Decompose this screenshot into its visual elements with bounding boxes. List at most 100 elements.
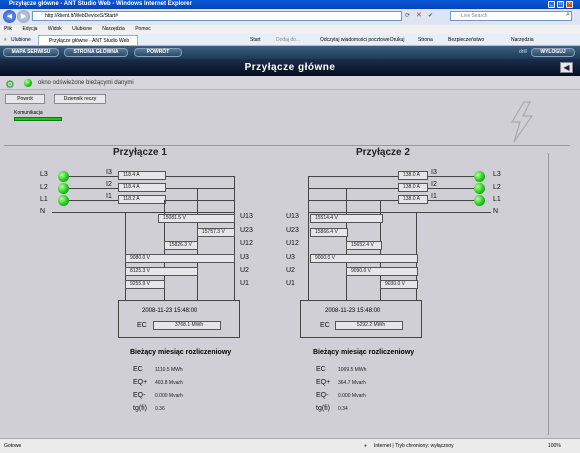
panel-2-summary-tg-value: 0.34 — [338, 406, 348, 412]
comm-label: Komunikacja — [14, 110, 43, 116]
address-input[interactable]: http://klient.lt/WebDeviceS/Start# — [32, 11, 402, 21]
panel-1-meter-datetime: 2008-11-23 15:48:00 — [142, 308, 198, 314]
panel-1-phase-n: N — [40, 208, 46, 215]
panel-2-phase-l2: L2 — [493, 184, 501, 191]
panel-2-bus-n — [308, 212, 491, 213]
panel-2-led-l3-icon — [474, 171, 485, 182]
panel-2-u23-label: U23 — [286, 227, 299, 234]
panel-2-bus-l3 — [308, 176, 474, 177]
menu-item-favorites[interactable]: Ulubione — [72, 26, 92, 32]
panel-2-summary-title: Bieżący miesiąc rozliczeniowy — [313, 349, 415, 356]
panel-2-u12-value: 15652.4 V — [346, 241, 382, 250]
panel-2-i2-label: I2 — [431, 181, 437, 188]
panel-1-led-l3-icon — [58, 171, 69, 182]
panel-1-summary-tg-value: 0.36 — [155, 406, 165, 412]
lightning-icon — [510, 101, 534, 143]
menu-item-tools[interactable]: Narzędzia — [102, 26, 125, 32]
secure-icon: ✔ — [428, 13, 434, 19]
panel-1-u1-label: U1 — [240, 280, 249, 287]
panel-1-i1-value: 118.2 A — [118, 195, 166, 204]
panel-2-summary-ec-value: 1069.5 MWh — [338, 367, 367, 373]
panel-2-summary-eqm-label: EQ- — [316, 392, 329, 399]
window-title: Przyłącze główne - ANT Studio Web - Wind… — [9, 1, 192, 7]
site-map-button[interactable]: MAPA SERWISU — [3, 48, 59, 57]
speaker-icon[interactable]: ◀ — [560, 62, 573, 73]
toolbar-page[interactable]: Strona — [418, 34, 433, 46]
panel-2-u1-label: U1 — [286, 280, 295, 287]
divider — [4, 145, 570, 146]
toolbar-start[interactable]: Start — [250, 34, 261, 46]
panel-1-u23-label: U23 — [240, 227, 253, 234]
panel-1-i2-label: I2 — [106, 181, 112, 188]
panel-1-u3-label: U3 — [240, 254, 249, 261]
status-led-icon — [24, 79, 32, 87]
back-nav-button[interactable]: POWRÓT — [134, 48, 182, 57]
search-input[interactable]: Live Search — [450, 11, 572, 21]
panel-1-summary-eqm-label: EQ- — [133, 392, 146, 399]
panel-2-u3-label: U3 — [286, 254, 295, 261]
security-zone[interactable]: Internet | Tryb chroniony: wyłączony — [374, 439, 454, 453]
panel-1-u2-label: U2 — [240, 267, 249, 274]
panel-2-i2-value: 138.0 A — [398, 183, 428, 192]
stop-icon[interactable]: ✕ — [416, 11, 422, 19]
menu-item-help[interactable]: Pomoc — [135, 26, 151, 32]
menu-item-file[interactable]: Plik — [4, 26, 12, 32]
username: drill — [519, 49, 527, 55]
panel-1-summary-eqp-value: 403.8 Mvarh — [155, 380, 183, 386]
page-title: Przyłącze główne — [0, 59, 580, 76]
minimize-icon[interactable]: _ — [548, 1, 555, 8]
panel-1-ec-label: EC — [137, 322, 147, 329]
panel-1-i2-value: 118.4 A — [118, 183, 166, 192]
panel-1-led-l2-icon — [58, 183, 69, 194]
panel-2-title: Przyłącze 2 — [356, 147, 410, 158]
back-arrow-icon[interactable]: ◀ — [3, 10, 16, 23]
panel-1-bus-n — [52, 212, 235, 213]
forward-arrow-icon[interactable]: ▶ — [17, 10, 30, 23]
panel-1-u3-value: 9080.0 V — [125, 254, 235, 263]
panel-2-bus-l1 — [308, 200, 474, 201]
toolbar-security[interactable]: Bezpieczeństwo — [448, 34, 484, 46]
panel-2-phase-l1: L1 — [493, 196, 501, 203]
panel-2-u23-value: 15866.4 V — [310, 228, 348, 237]
panel-1-u12-label: U12 — [240, 240, 253, 247]
panel-1-summary-title: Bieżący miesiąc rozliczeniowy — [130, 349, 232, 356]
menu-item-edit[interactable]: Edycja — [22, 26, 37, 32]
panel-1-phase-l3: L3 — [40, 171, 48, 178]
panel-2-phase-n: N — [493, 208, 499, 215]
refresh-icon[interactable]: ⟳ — [405, 12, 410, 19]
window-title-bar: Przyłącze główne - ANT Studio Web - Wind… — [0, 0, 580, 9]
toolbar-print[interactable]: Drukuj — [390, 34, 404, 46]
maximize-icon[interactable]: □ — [557, 1, 564, 8]
star-icon[interactable]: ★ — [3, 34, 7, 46]
menu-bar: Plik Edycja Widok Ulubione Narzędzia Pom… — [0, 25, 580, 34]
panel-2-meter-datetime: 2008-11-23 15:48:00 — [325, 308, 381, 314]
zoom-level[interactable]: 100% — [548, 439, 561, 453]
favorites-label[interactable]: Ulubione — [11, 34, 31, 46]
panel-1-u13-label: U13 — [240, 213, 253, 220]
menu-item-view[interactable]: Widok — [48, 26, 62, 32]
panel-1-i1-label: I1 — [106, 193, 112, 200]
panel-1-i3-value: 118.4 A — [118, 171, 166, 180]
panel-1-vline — [234, 176, 235, 300]
panel-1-title: Przyłącze 1 — [113, 147, 167, 158]
panel-2-summary-ec-label: EC — [316, 366, 326, 373]
panel-1-u1-value: 9255.9 V — [125, 280, 165, 289]
panel-2-ec-label: EC — [320, 322, 330, 329]
home-button[interactable]: STRONA GŁÓWNA — [64, 48, 128, 57]
panel-2-u12-label: U12 — [286, 240, 299, 247]
panel-2-meter — [300, 300, 422, 338]
logout-button[interactable]: WYLOGUJ — [531, 48, 575, 57]
comm-indicator — [14, 117, 62, 121]
toolbar-mail[interactable]: Odczytaj wiadomości pocztowe — [320, 34, 389, 46]
main-panel — [0, 90, 580, 438]
search-icon[interactable]: ⌕ — [566, 11, 570, 19]
back-button[interactable]: Powrót — [5, 94, 45, 104]
panel-2-i3-value: 138.0 A — [398, 171, 428, 180]
close-icon[interactable]: × — [566, 1, 573, 8]
history-button[interactable]: Dziennik reczy — [54, 94, 106, 104]
panel-2-u13-label: U13 — [286, 213, 299, 220]
browser-tab[interactable]: Przyłącze główne - ANT Studio Web — [38, 35, 138, 45]
panel-1-ec-value: 3768.1 MWh — [153, 321, 221, 330]
toolbar-tools[interactable]: Narzędzia — [511, 34, 534, 46]
toolbar-add[interactable]: Dodaj do... — [276, 34, 300, 46]
